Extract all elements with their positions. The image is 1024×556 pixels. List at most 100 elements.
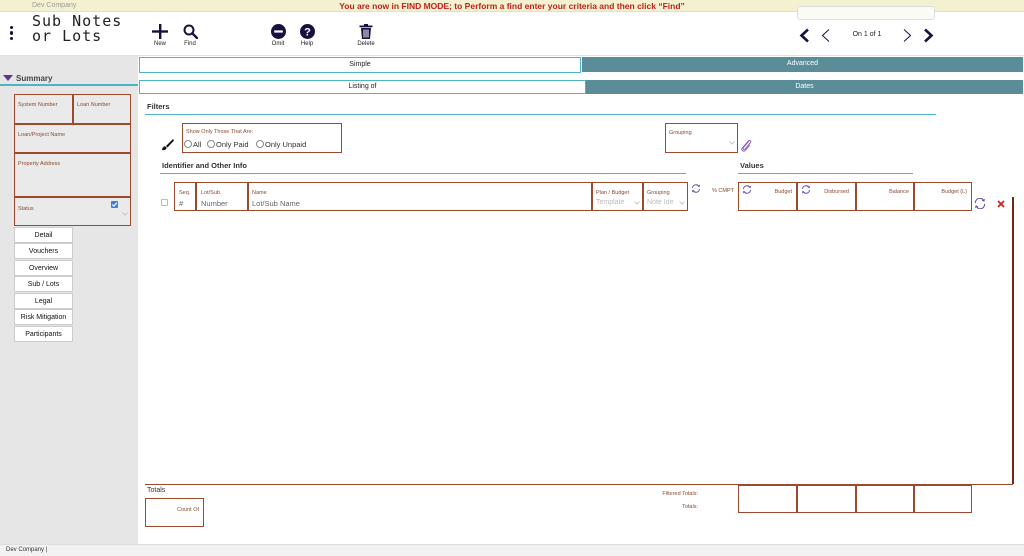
find-button-label: Find [184,41,196,47]
tab-simple[interactable]: Simple [139,57,581,73]
lot-column-label: Lot/Sub. [201,190,222,196]
filters-divider [145,114,936,115]
footer-company: Dev Company | [6,547,48,553]
nav-overview[interactable]: Overview [14,260,73,276]
nav-participants[interactable]: Participants [14,326,73,342]
select-all-checkbox[interactable] [161,199,168,206]
status-footer [0,544,1024,556]
grouping-filter-field[interactable] [665,123,738,153]
values-divider [738,173,913,174]
trash-icon [359,24,373,39]
layout-title-line-2: or Lots [32,27,103,45]
summary-label: Summary [16,74,53,83]
grouping-col-chevron-down-icon[interactable] [679,201,685,205]
disbursed-column-label: Disbursed [824,189,849,195]
name-placeholder: Lot/Sub Name [252,199,300,208]
plan-budget-column-label: Plan / Budget [596,190,630,196]
checkmark-icon [111,202,118,207]
tab-listing-of[interactable]: Listing of [139,80,586,94]
paperclip-icon[interactable] [740,139,752,152]
new-button[interactable]: New [150,24,170,47]
layout-title: Sub Notes or Lots [32,14,122,44]
delete-button[interactable]: Delete [355,24,377,47]
nav-detail[interactable]: Detail [14,227,73,243]
disbursed-total-field [797,485,856,513]
budget-l-total-field [914,485,972,513]
refresh-icon[interactable] [691,184,701,193]
budget-l-column-header: Budget (L) [914,182,972,211]
radio-only-unpaid-label: Only Unpaid [265,140,307,149]
record-pager-text: On 1 of 1 [852,31,882,38]
close-icon[interactable] [997,200,1005,208]
disbursed-column-header: Disbursed [797,182,856,211]
plan-chevron-down-icon[interactable] [634,201,640,205]
quick-find-field[interactable] [797,6,935,20]
grouping-column-field[interactable]: Grouping Note Ide [643,182,688,211]
seq-placeholder: # [179,199,184,208]
values-section-heading: Values [740,161,764,170]
nav-legal[interactable]: Legal [14,293,73,309]
filtered-totals-label: Filtered Totals: [662,491,698,497]
name-column-field[interactable]: Name Lot/Sub Name [248,182,592,211]
tab-dates[interactable]: Dates [586,80,1023,94]
refresh-icon[interactable] [742,185,752,194]
seq-column-label: Seq. [179,190,191,196]
grouping-column-label: Grouping [647,190,670,196]
project-name-label: Loan/Project Name [18,132,66,138]
first-record-icon[interactable] [799,28,810,43]
radio-only-paid-label: Only Paid [216,140,249,149]
refresh-all-icon[interactable] [974,198,986,209]
plan-budget-column-field[interactable]: Plan / Budget Template [592,182,643,211]
help-icon: ? [299,24,315,39]
refresh-icon[interactable] [801,185,811,194]
grouping-placeholder: Note Ide [647,199,674,206]
tab-advanced[interactable]: Advanced [582,57,1023,72]
menu-kebab-icon[interactable] [9,26,15,42]
omit-button[interactable]: Omit [268,24,288,47]
status-chevron-down-icon[interactable] [122,212,128,216]
radio-circle-icon [207,140,215,148]
seq-column-field[interactable]: Seq. # [174,182,196,211]
last-record-icon[interactable] [923,28,934,43]
omit-button-label: Omit [271,41,285,47]
plan-budget-placeholder: Template [596,199,625,206]
project-name-field[interactable]: Loan/Project Name [14,124,131,153]
cmpt-column-header: % CMPT [688,182,738,211]
minus-circle-icon [270,24,286,39]
help-button[interactable]: ? Help [297,24,317,47]
budget-column-label: Budget [774,189,792,195]
identifier-divider [160,173,686,174]
grouping-chevron-down-icon[interactable] [729,141,735,145]
totals-label: Totals [147,487,166,494]
nav-sub-lots[interactable]: Sub / Lots [14,276,73,292]
system-number-field[interactable]: System Number [14,94,73,124]
loan-number-label: Loan Number [77,102,111,108]
svg-text:?: ? [304,26,311,38]
previous-record-icon[interactable] [820,28,831,43]
plus-icon [152,24,168,39]
lot-number-column-field[interactable]: Lot/Sub. Number [196,182,248,211]
find-button[interactable]: Find [180,24,200,47]
radio-only-paid[interactable]: Only Paid [207,140,249,149]
scroll-divider [1012,197,1014,484]
nav-risk-mitigation[interactable]: Risk Mitigation [14,309,73,325]
collapse-triangle-icon[interactable] [3,75,13,81]
clear-filters-brush-icon[interactable] [161,138,174,151]
loan-number-field[interactable]: Loan Number [73,94,131,124]
next-record-icon[interactable] [902,28,913,43]
nav-vouchers[interactable]: Vouchers [14,243,73,259]
grouping-filter-label: Grouping [669,130,692,136]
radio-only-unpaid[interactable]: Only Unpaid [256,140,306,149]
status-checkbox[interactable] [111,201,118,208]
cmpt-column-label: % CMPT [712,188,734,194]
delete-button-label: Delete [357,41,375,47]
filters-heading: Filters [147,102,170,111]
radio-all[interactable]: All [184,140,201,149]
name-column-label: Name [252,190,267,196]
property-address-field[interactable]: Property Address [14,153,131,197]
identifier-section-heading: Identifier and Other Info [162,161,248,170]
new-button-label: New [153,41,166,47]
help-button-label: Help [300,41,314,47]
balance-total-field [856,485,914,513]
radio-circle-icon [184,140,192,148]
